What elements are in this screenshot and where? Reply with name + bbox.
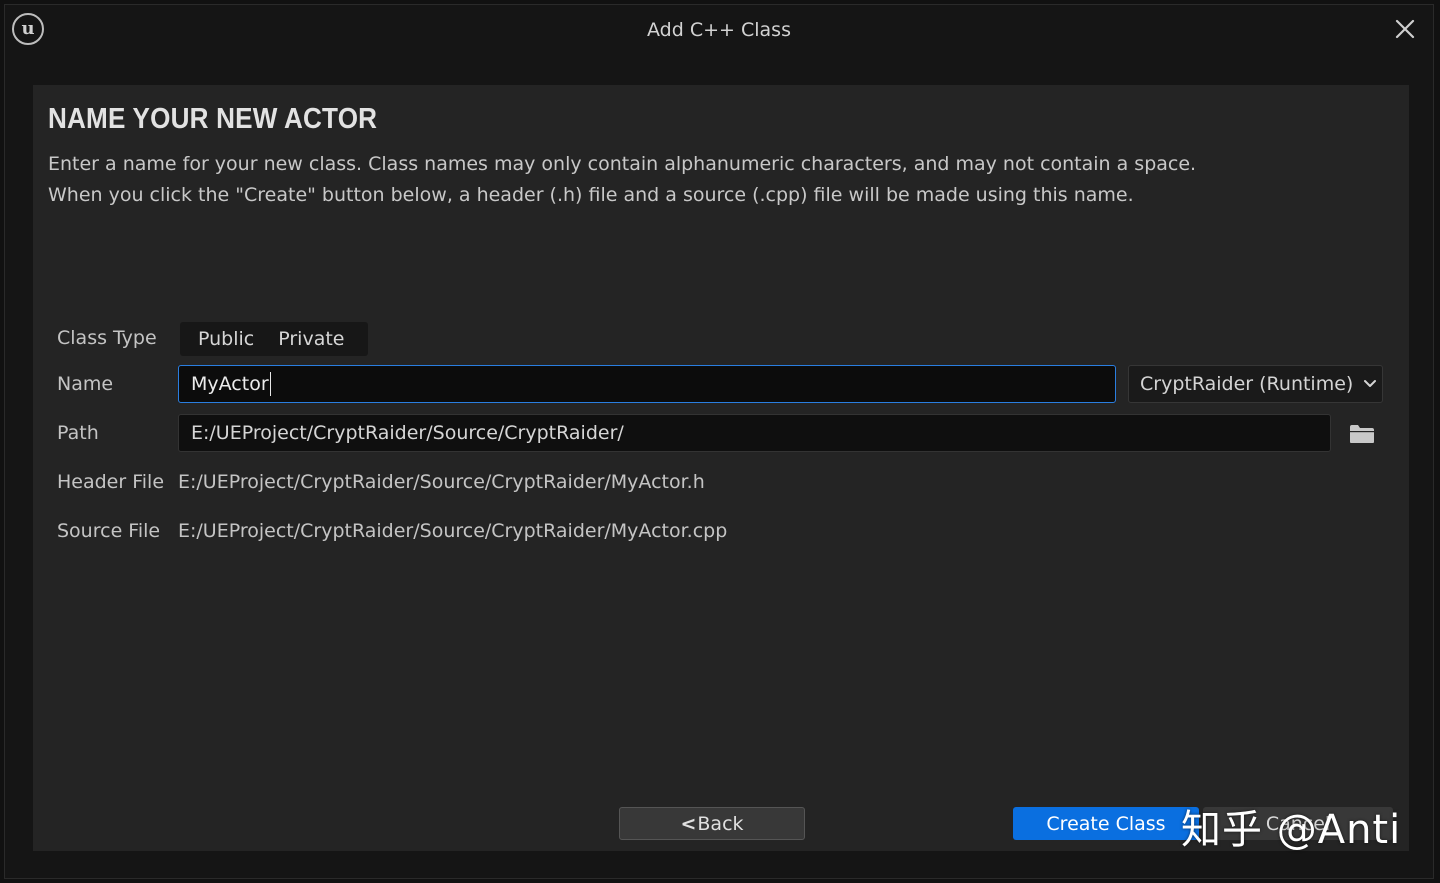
- content-panel: NAME YOUR NEW ACTOR Enter a name for you…: [33, 85, 1409, 853]
- path-input[interactable]: E:/UEProject/CryptRaider/Source/CryptRai…: [178, 414, 1331, 452]
- close-icon: [1395, 19, 1415, 39]
- browse-folder-button[interactable]: [1349, 423, 1375, 445]
- class-name-input[interactable]: MyActor: [178, 365, 1116, 403]
- description-line-1: Enter a name for your new class. Class n…: [48, 153, 1197, 175]
- class-type-toggle: Public Private: [180, 322, 369, 356]
- path-label: Path: [57, 422, 99, 444]
- header-file-label: Header File: [57, 471, 165, 493]
- create-class-button[interactable]: Create Class: [1013, 807, 1199, 840]
- create-class-button-label: Create Class: [1046, 812, 1166, 835]
- source-file-value: E:/UEProject/CryptRaider/Source/CryptRai…: [178, 520, 728, 542]
- chevron-down-icon: [1364, 380, 1377, 387]
- class-type-label: Class Type: [57, 327, 157, 349]
- folder-icon: [1350, 425, 1374, 443]
- cancel-button-label: Cancel: [1265, 812, 1331, 835]
- back-button-label: Back: [697, 812, 744, 835]
- header-file-value: E:/UEProject/CryptRaider/Source/CryptRai…: [178, 471, 705, 493]
- cancel-button[interactable]: Cancel: [1203, 807, 1393, 840]
- source-file-label: Source File: [57, 520, 161, 542]
- back-button[interactable]: < Back: [619, 807, 805, 840]
- add-class-dialog: u Add C++ Class NAME YOUR NEW ACTOR Ente…: [4, 4, 1434, 879]
- class-type-private-option[interactable]: Private: [266, 328, 356, 350]
- back-arrow-icon: <: [680, 812, 697, 835]
- window-title: Add C++ Class: [647, 19, 791, 41]
- page-heading: NAME YOUR NEW ACTOR: [48, 103, 378, 135]
- class-name-value: MyActor: [191, 373, 269, 395]
- name-label: Name: [57, 373, 114, 395]
- description-line-2: When you click the "Create" button below…: [48, 184, 1134, 206]
- module-dropdown-value: CryptRaider (Runtime): [1140, 373, 1354, 395]
- close-button[interactable]: [1393, 17, 1417, 41]
- class-type-public-option[interactable]: Public: [186, 328, 266, 350]
- title-bar: u Add C++ Class: [5, 5, 1433, 61]
- path-value: E:/UEProject/CryptRaider/Source/CryptRai…: [191, 422, 624, 444]
- module-dropdown[interactable]: CryptRaider (Runtime): [1128, 365, 1383, 403]
- text-caret: [269, 372, 271, 396]
